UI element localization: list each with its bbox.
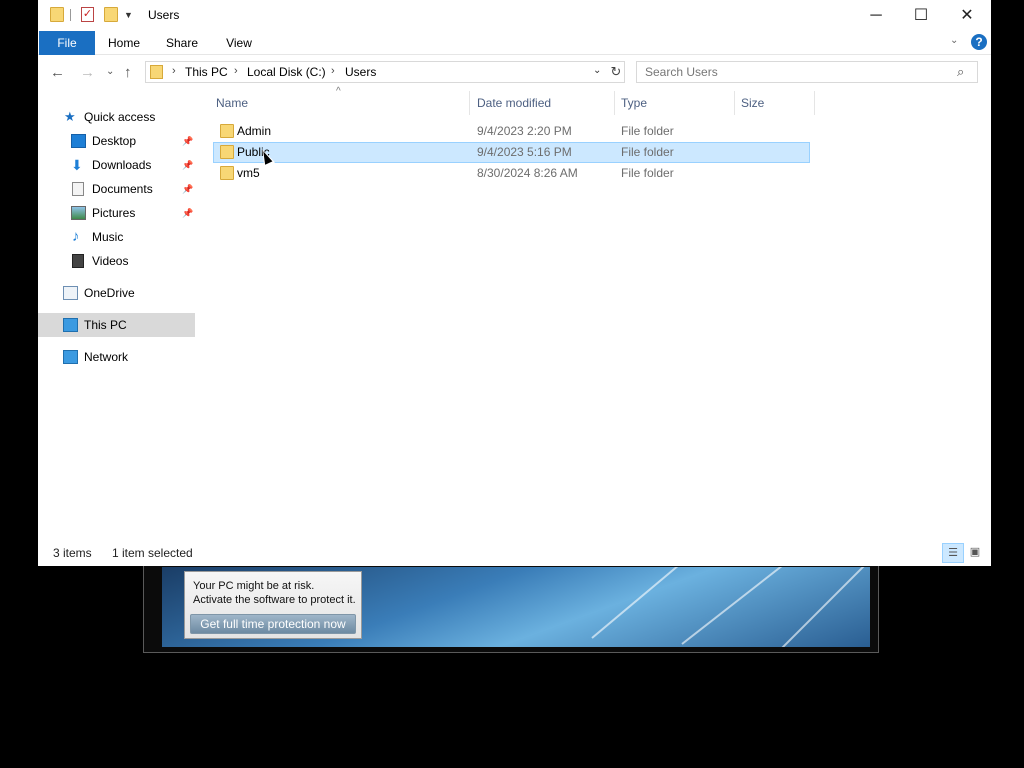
maximize-button[interactable]: ☐ (898, 0, 944, 31)
background-window: Your PC might be at risk. Activate the s… (143, 560, 879, 653)
nav-this-pc[interactable]: This PC (38, 313, 195, 337)
new-folder-icon[interactable] (104, 7, 118, 22)
tab-file[interactable]: File (39, 31, 95, 55)
get-protection-button[interactable]: Get full time protection now (190, 614, 356, 634)
column-header-size[interactable]: Size (741, 91, 764, 115)
video-icon (72, 254, 84, 268)
pin-icon[interactable]: 📌 (182, 177, 193, 201)
status-selection: 1 item selected (112, 546, 193, 560)
help-icon[interactable]: ? (971, 34, 987, 50)
file-date: 9/4/2023 2:20 PM (477, 124, 572, 138)
file-type: File folder (621, 124, 674, 138)
expand-ribbon-icon[interactable]: ⌄ (950, 35, 958, 46)
breadcrumb-users[interactable]: Users (345, 65, 376, 79)
risk-notice: Your PC might be at risk. Activate the s… (184, 571, 362, 639)
customize-toolbar-icon[interactable]: ▼ (124, 10, 133, 20)
folder-icon (220, 124, 234, 138)
column-header-name[interactable]: Name (216, 91, 248, 115)
nav-item-pictures[interactable]: Pictures 📌 (68, 201, 195, 225)
pin-icon[interactable]: 📌 (182, 153, 193, 177)
tab-view[interactable]: View (214, 31, 264, 55)
star-icon: ★ (64, 109, 76, 124)
file-name: vm5 (237, 166, 260, 180)
title-bar: ✓ ▼ Users ─ ☐ ✕ (38, 0, 991, 31)
nav-item-documents[interactable]: Documents 📌 (68, 177, 195, 201)
sort-ascending-icon: ^ (336, 86, 341, 97)
file-row-admin[interactable]: Admin 9/4/2023 2:20 PM File folder (213, 121, 810, 142)
nav-item-music[interactable]: ♪ Music (68, 225, 195, 249)
address-bar[interactable]: › This PC › Local Disk (C:) › Users ⌄ (145, 61, 625, 83)
folder-icon (220, 145, 234, 159)
file-row-public[interactable]: Public 9/4/2023 5:16 PM File folder (213, 142, 810, 163)
file-row-vm5[interactable]: vm5 8/30/2024 8:26 AM File folder (213, 163, 810, 184)
music-icon: ♪ (72, 228, 80, 245)
file-date: 8/30/2024 8:26 AM (477, 166, 578, 180)
forward-arrow-icon[interactable]: → (80, 64, 95, 81)
search-input[interactable]: Search Users (645, 65, 718, 79)
column-header-type[interactable]: Type (621, 91, 647, 115)
background-wallpaper: Your PC might be at risk. Activate the s… (162, 567, 870, 647)
nav-quick-access[interactable]: ★ Quick access (60, 105, 195, 129)
up-arrow-icon[interactable]: ↑ (124, 64, 132, 81)
nav-network[interactable]: Network (60, 345, 195, 369)
folder-icon (150, 65, 163, 79)
column-header-date-modified[interactable]: Date modified (477, 91, 551, 115)
file-name: Admin (237, 124, 272, 138)
pin-icon[interactable]: 📌 (182, 201, 193, 225)
search-box[interactable]: Search Users ⌕ (636, 61, 978, 83)
file-explorer-window: ✓ ▼ Users ─ ☐ ✕ File Home Share View ⌄ ?… (38, 0, 991, 566)
ribbon-tabs: File Home Share View ⌄ (38, 31, 991, 55)
details-view-icon[interactable]: ☰ (942, 543, 964, 563)
risk-notice-line1: Your PC might be at risk. (193, 580, 315, 592)
navigation-pane: ★ Quick access Desktop 📌 ⬇ Downloads 📌 D… (38, 97, 195, 537)
window-title: Users (148, 8, 180, 22)
chevron-down-icon[interactable]: ⌄ (593, 65, 601, 76)
pin-icon[interactable]: 📌 (182, 129, 193, 153)
back-arrow-icon[interactable]: ← (50, 64, 65, 81)
tab-share[interactable]: Share (157, 31, 207, 55)
file-type: File folder (621, 166, 674, 180)
onedrive-icon (63, 286, 78, 300)
properties-icon[interactable]: ✓ (81, 7, 94, 22)
picture-icon (71, 206, 86, 220)
nav-item-desktop[interactable]: Desktop 📌 (68, 129, 195, 153)
screen: Your PC might be at risk. Activate the s… (0, 0, 1024, 768)
file-date: 9/4/2023 5:16 PM (477, 145, 572, 159)
nav-item-downloads[interactable]: ⬇ Downloads 📌 (68, 153, 195, 177)
tab-home[interactable]: Home (99, 31, 149, 55)
refresh-icon[interactable]: ↻ (607, 63, 625, 81)
breadcrumb-local-disk[interactable]: Local Disk (C:) (247, 65, 326, 79)
computer-icon (63, 318, 78, 332)
file-type: File folder (621, 145, 674, 159)
recent-locations-icon[interactable]: ⌄ (106, 66, 114, 77)
large-icons-view-icon[interactable]: ▣ (964, 543, 986, 563)
download-icon: ⬇ (71, 157, 83, 173)
network-icon (63, 350, 78, 364)
risk-notice-line2: Activate the software to protect it. (193, 594, 356, 606)
desktop-icon (71, 134, 86, 148)
close-button[interactable]: ✕ (944, 0, 990, 31)
document-icon (72, 182, 84, 196)
folder-icon (220, 166, 234, 180)
nav-item-videos[interactable]: Videos (68, 249, 195, 273)
nav-onedrive[interactable]: OneDrive (60, 281, 195, 305)
status-item-count: 3 items (53, 546, 92, 560)
folder-icon (50, 7, 64, 22)
search-icon[interactable]: ⌕ (957, 64, 964, 80)
breadcrumb-this-pc[interactable]: This PC (185, 65, 228, 79)
minimize-button[interactable]: ─ (853, 0, 899, 31)
